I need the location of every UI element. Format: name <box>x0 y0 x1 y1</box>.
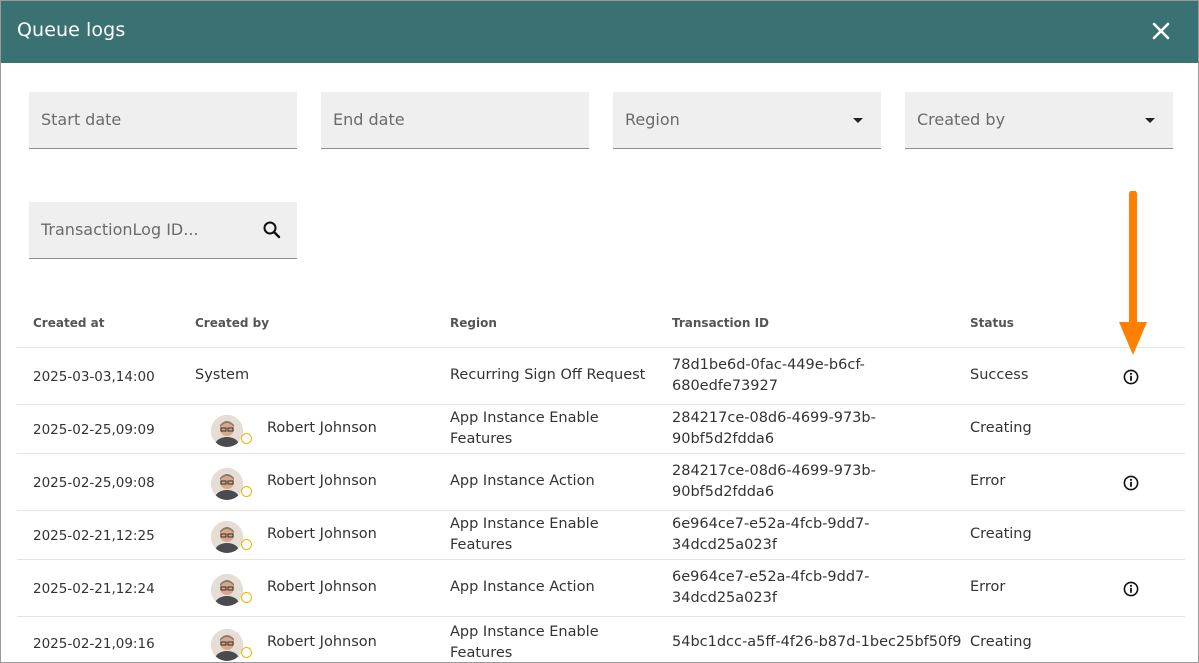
transaction-id-cell: 284217ce-08d6-4699-973b- 90bf5d2fdda6 <box>672 408 876 450</box>
transaction-search-placeholder: TransactionLog ID... <box>41 220 199 239</box>
transaction-id-text-cont: 34dcd25a023f <box>672 589 777 606</box>
search-icon[interactable] <box>262 220 282 240</box>
info-icon[interactable] <box>1123 581 1139 597</box>
pending-status-icon <box>241 591 252 603</box>
transaction-id-cell: 54bc1dcc-a5ff-4f26-b87d-1bec25bf50f9 <box>672 632 962 653</box>
transaction-id-text-cont: 90bf5d2fdda6 <box>672 483 775 500</box>
transaction-id-cell: 6e964ce7-e52a-4fcb-9dd7- 34dcd25a023f <box>672 567 870 609</box>
region-text: App Instance Action <box>450 472 595 489</box>
created-by-cell: Robert Johnson <box>267 633 377 650</box>
table-row[interactable]: 2025-03-03,14:00 System Recurring Sign Of… <box>17 348 1185 405</box>
transaction-id-text: 54bc1dcc-a5ff-4f26-b87d-1bec25bf50f9 <box>672 633 962 650</box>
avatar <box>211 467 243 500</box>
pending-status-icon <box>241 485 252 497</box>
avatar <box>211 628 243 661</box>
avatar <box>211 520 243 553</box>
start-date-placeholder: Start date <box>41 110 122 129</box>
region-select[interactable]: Region <box>613 92 881 149</box>
status-cell: Creating <box>970 633 1032 650</box>
column-created-at[interactable]: Created at <box>33 316 104 330</box>
end-date-field[interactable]: End date <box>321 92 589 149</box>
status-cell: Error <box>970 472 1006 489</box>
created-by-cell: Robert Johnson <box>267 525 377 542</box>
transaction-id-text: 78d1be6d-0fac-449e-b6cf- <box>672 356 865 373</box>
transaction-id-text: 6e964ce7-e52a-4fcb-9dd7- <box>672 568 870 585</box>
pending-status-icon <box>241 538 252 550</box>
status-cell: Creating <box>970 525 1032 542</box>
status-cell: Success <box>970 366 1029 383</box>
created-at-cell: 2025-02-25,09:08 <box>33 474 155 491</box>
dialog-title: Queue logs <box>17 19 126 41</box>
transaction-id-text: 284217ce-08d6-4699-973b- <box>672 462 876 479</box>
transaction-id-text-cont: 90bf5d2fdda6 <box>672 430 775 447</box>
region-text: App Instance Enable <box>450 623 599 640</box>
transaction-id-text: 6e964ce7-e52a-4fcb-9dd7- <box>672 515 870 532</box>
dropdown-arrow-icon <box>1145 118 1155 123</box>
region-cell: App Instance Enable Features <box>450 622 599 663</box>
info-icon[interactable] <box>1123 369 1139 385</box>
created-by-cell: Robert Johnson <box>267 472 377 489</box>
transaction-id-cell: 6e964ce7-e52a-4fcb-9dd7- 34dcd25a023f <box>672 514 870 556</box>
region-cell: App Instance Action <box>450 577 595 598</box>
pending-status-icon <box>241 432 252 444</box>
table-row[interactable]: 2025-02-21,09:16 Robert Johnson App Inst… <box>17 617 1185 663</box>
end-date-placeholder: End date <box>333 110 405 129</box>
region-cell: App Instance Enable Features <box>450 408 599 450</box>
transaction-search-input[interactable]: TransactionLog ID... <box>29 202 297 259</box>
region-text-cont: Features <box>450 644 513 661</box>
queue-logs-table: Created at Created by Region Transaction… <box>17 297 1185 663</box>
region-text: App Instance Enable <box>450 409 599 426</box>
queue-logs-dialog: Queue logs Start date End date Region Cr… <box>0 0 1199 663</box>
region-text: App Instance Enable <box>450 515 599 532</box>
created-at-cell: 2025-03-03,14:00 <box>33 368 155 385</box>
annotation-arrow-icon <box>1119 191 1147 355</box>
status-cell: Error <box>970 578 1006 595</box>
created-by-select[interactable]: Created by <box>905 92 1173 149</box>
region-placeholder: Region <box>625 110 680 129</box>
created-at-cell: 2025-02-25,09:09 <box>33 421 155 438</box>
table-row[interactable]: 2025-02-21,12:25 Robert Johnson App Inst… <box>17 511 1185 560</box>
column-transaction-id[interactable]: Transaction ID <box>672 316 769 330</box>
dropdown-arrow-icon <box>853 118 863 123</box>
created-at-cell: 2025-02-21,12:24 <box>33 580 155 597</box>
status-cell: Creating <box>970 419 1032 436</box>
created-by-cell: Robert Johnson <box>267 419 377 436</box>
start-date-field[interactable]: Start date <box>29 92 297 149</box>
table-row[interactable]: 2025-02-25,09:08 Robert Johnson App Inst… <box>17 454 1185 511</box>
transaction-id-cell: 78d1be6d-0fac-449e-b6cf- 680edfe73927 <box>672 355 865 397</box>
avatar <box>211 414 243 447</box>
created-by-placeholder: Created by <box>917 110 1006 129</box>
region-text: App Instance Action <box>450 578 595 595</box>
transaction-id-text-cont: 34dcd25a023f <box>672 536 777 553</box>
column-region[interactable]: Region <box>450 316 497 330</box>
created-at-cell: 2025-02-21,09:16 <box>33 635 155 652</box>
table-row[interactable]: 2025-02-25,09:09 Robert Johnson App Inst… <box>17 405 1185 454</box>
created-by-cell: System <box>195 366 250 383</box>
dialog-header: Queue logs <box>1 1 1198 63</box>
created-at-cell: 2025-02-21,12:25 <box>33 527 155 544</box>
created-by-cell: Robert Johnson <box>267 578 377 595</box>
table-row[interactable]: 2025-02-21,12:24 Robert Johnson App Inst… <box>17 560 1185 617</box>
region-cell: App Instance Action <box>450 471 595 492</box>
column-status[interactable]: Status <box>970 316 1014 330</box>
region-text-cont: Features <box>450 536 513 553</box>
table-header: Created at Created by Region Transaction… <box>17 297 1185 348</box>
close-button[interactable] <box>1147 17 1175 45</box>
region-cell: App Instance Enable Features <box>450 514 599 556</box>
region-text-cont: Features <box>450 430 513 447</box>
transaction-id-text-cont: 680edfe73927 <box>672 377 778 394</box>
region-text: Recurring Sign Off Request <box>450 366 646 383</box>
table-body: 2025-03-03,14:00 System Recurring Sign Of… <box>17 348 1185 663</box>
transaction-id-text: 284217ce-08d6-4699-973b- <box>672 409 876 426</box>
pending-status-icon <box>241 646 252 658</box>
avatar <box>211 573 243 606</box>
info-icon[interactable] <box>1123 475 1139 491</box>
close-icon <box>1152 22 1170 40</box>
region-cell: Recurring Sign Off Request <box>450 365 645 386</box>
transaction-id-cell: 284217ce-08d6-4699-973b- 90bf5d2fdda6 <box>672 461 876 503</box>
column-created-by[interactable]: Created by <box>195 316 269 330</box>
